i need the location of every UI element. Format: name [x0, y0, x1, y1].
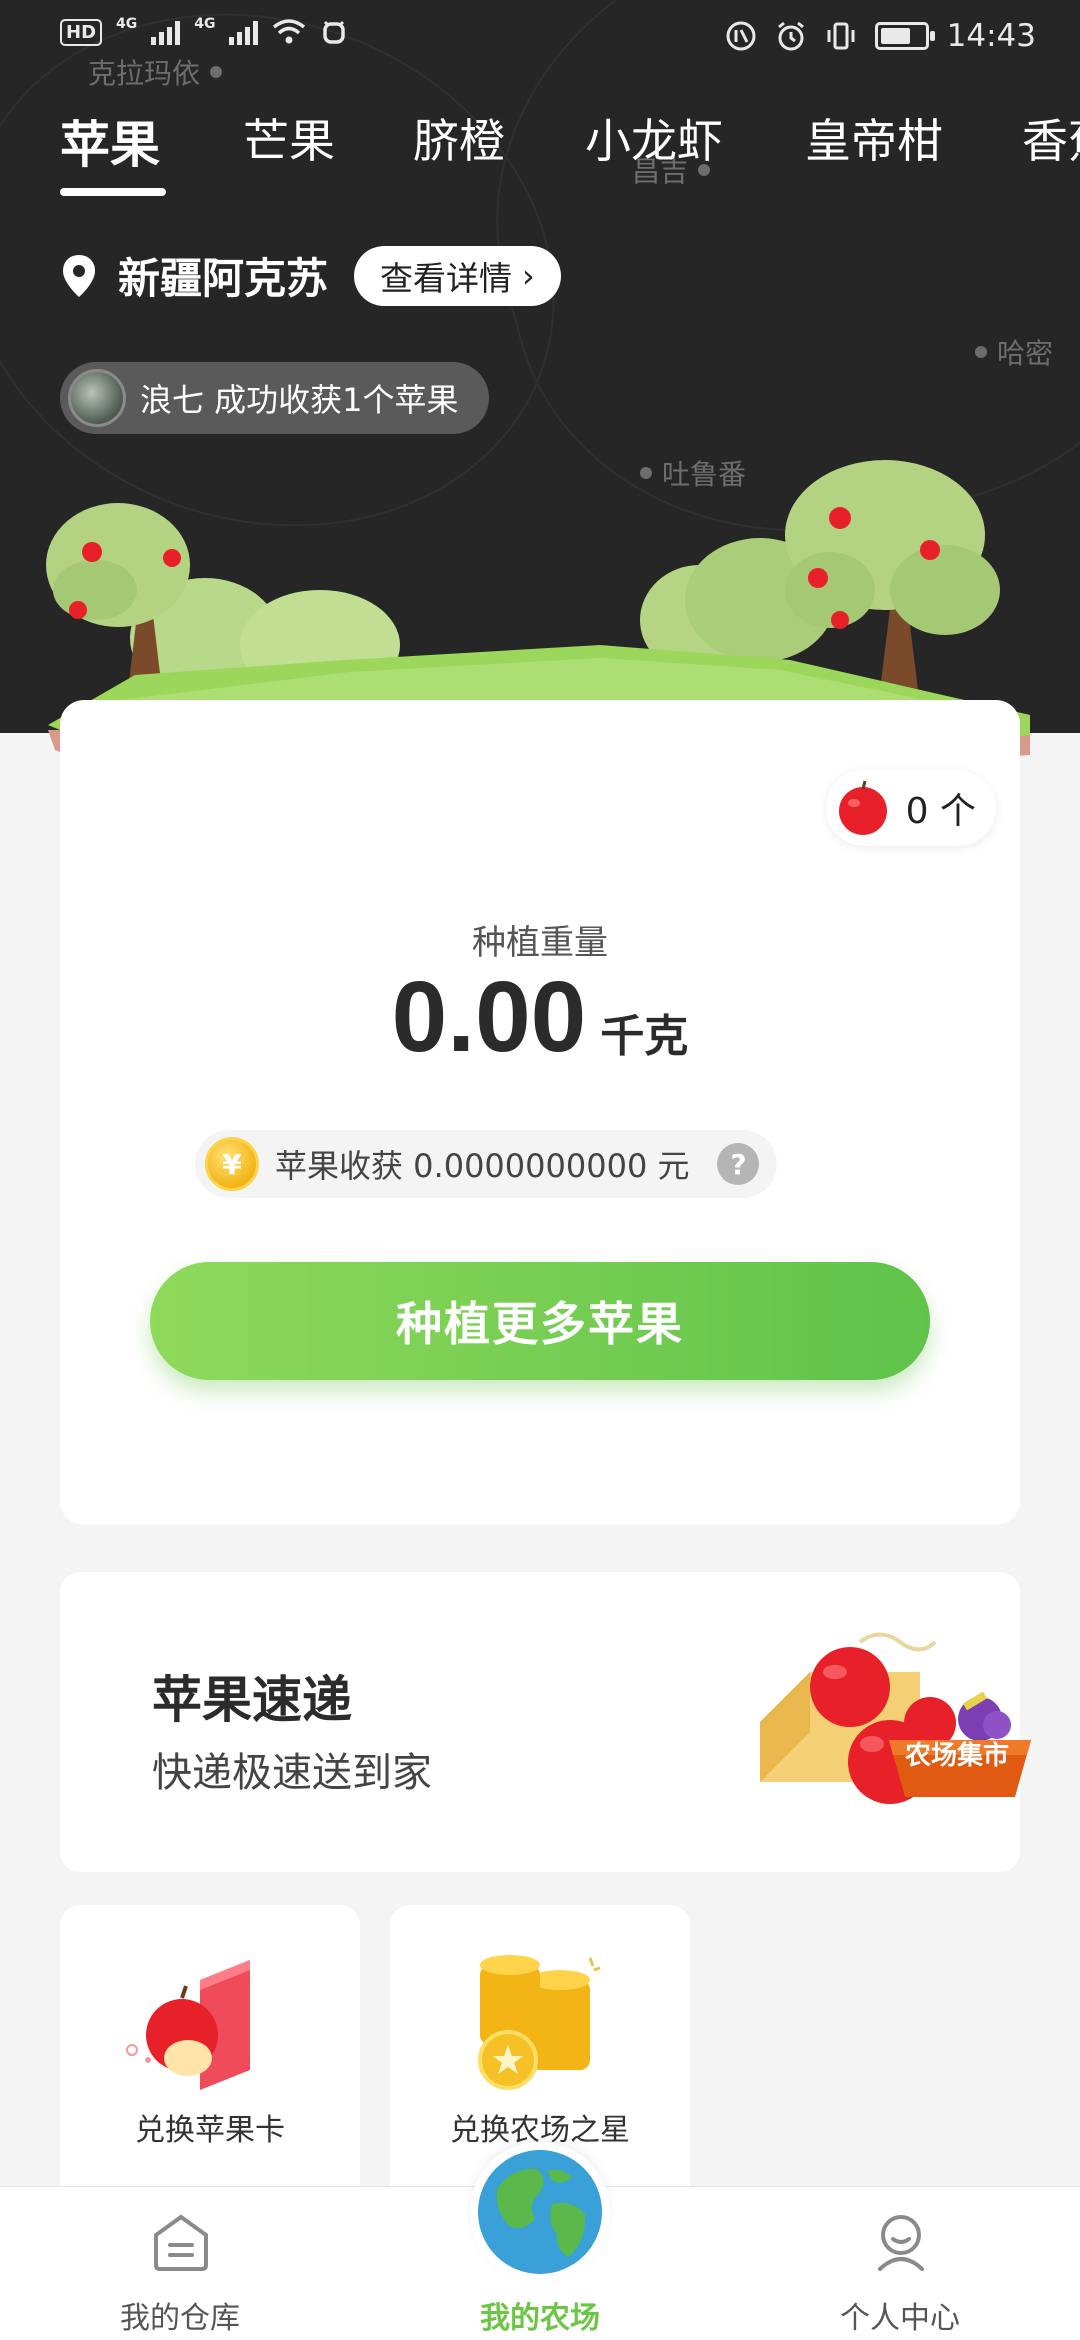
warehouse-icon [154, 2214, 208, 2271]
apple-count: 0 个 [905, 791, 976, 832]
nav-profile[interactable]: 个人中心 [780, 2187, 1020, 2340]
chevron-right-icon: › [522, 256, 535, 295]
harvest-notice-text: 浪七 成功收获1个苹果 [140, 381, 459, 419]
help-icon[interactable]: ? [717, 1143, 760, 1185]
map-label: 哈密 [975, 332, 1053, 372]
apple-icon [838, 780, 887, 835]
apple-express-card[interactable]: 苹果速递 快递极速送到家 [60, 1572, 1020, 1872]
express-title: 苹果速递 [152, 1671, 352, 1729]
network-type: 4G [116, 16, 138, 32]
apple [163, 549, 181, 567]
tab-mango[interactable]: 芒果 [243, 105, 335, 171]
tab-banana[interactable]: 香蕉 [1022, 105, 1080, 171]
view-details-label: 查看详情 [380, 258, 513, 298]
apple [810, 1647, 890, 1727]
apple [82, 542, 102, 562]
tab-apple[interactable]: 苹果 [60, 105, 160, 177]
redeem-apple-card-label: 兑换苹果卡 [135, 2113, 285, 2148]
planting-weight-unit: 千克 [600, 1011, 689, 1062]
planting-weight-value: 0.00 [391, 961, 587, 1073]
nav-my-farm-label: 我的农场 [480, 2301, 600, 2336]
apple-card-icon [126, 1960, 250, 2090]
express-subtitle: 快递极速送到家 [152, 1750, 432, 1796]
view-details-button[interactable]: 查看详情 › [354, 245, 561, 306]
tab-mandarin[interactable]: 皇帝柑 [805, 105, 943, 171]
tab-crayfish[interactable]: 小龙虾 [585, 105, 723, 171]
planting-weight-label: 种植重量 [472, 923, 608, 963]
profile-icon [878, 2215, 924, 2271]
planting-weight: 0.00 千克 [60, 960, 1020, 1075]
battery-icon [874, 22, 935, 50]
nav-my-warehouse-label: 我的仓库 [120, 2301, 240, 2336]
gold-coins-icon [478, 1955, 601, 2090]
avatar [68, 369, 126, 427]
apple [808, 568, 828, 588]
wifi-icon [273, 19, 306, 44]
tree-canopy [785, 552, 875, 628]
harvest-income-text: 苹果收获 0.0000000000 元 [275, 1147, 690, 1185]
harvest-notice: 浪七 成功收获1个苹果 [60, 362, 489, 434]
hd-badge: HD [60, 18, 103, 46]
harvest-income: ¥ 苹果收获 0.0000000000 元 ? [195, 1130, 778, 1198]
apple [69, 601, 87, 619]
clock: 14:43 [946, 18, 1036, 54]
status-bar: HD 4G 4G 14:43 [0, 0, 1080, 74]
tree-canopy [890, 545, 1000, 635]
tab-navel-orange[interactable]: 脐橙 [413, 105, 505, 171]
signal-icon [229, 19, 259, 45]
redeem-apple-card-tile[interactable]: 兑换苹果卡 [60, 1905, 360, 2205]
nav-my-warehouse[interactable]: 我的仓库 [60, 2187, 300, 2340]
location-name: 新疆阿克苏 [118, 254, 329, 303]
my-farm-card: 0 个 种植重量 0.00 千克 [60, 700, 1020, 1525]
network-type: 4G [194, 16, 216, 32]
apple-count-badge: 0 个 [825, 770, 996, 846]
apple [829, 507, 851, 529]
nav-profile-label: 个人中心 [840, 2301, 960, 2336]
globe-icon [478, 2150, 602, 2274]
tree-canopy [53, 560, 137, 620]
alarm-icon [777, 21, 804, 51]
apple [920, 540, 940, 560]
plant-more-button[interactable]: 种植更多苹果 [150, 1262, 930, 1380]
vibrate-icon [827, 22, 855, 50]
location-pin-icon [63, 254, 95, 297]
fruit-tabs: 苹果 芒果 脐橙 小龙虾 皇帝柑 香蕉 [0, 105, 1080, 200]
battery-level [880, 28, 911, 44]
notification-icon [323, 20, 346, 44]
coin-icon: ¥ [205, 1137, 259, 1191]
active-tab-indicator [60, 188, 166, 196]
origin-location: 新疆阿克苏 查看详情 › [60, 245, 561, 306]
data-saver-icon [726, 21, 756, 51]
apple [831, 611, 849, 629]
my-farm-globe-button[interactable] [470, 2142, 610, 2282]
farm-market-label[interactable]: 农场集市 [882, 1735, 1032, 1772]
signal-icon [151, 19, 181, 45]
